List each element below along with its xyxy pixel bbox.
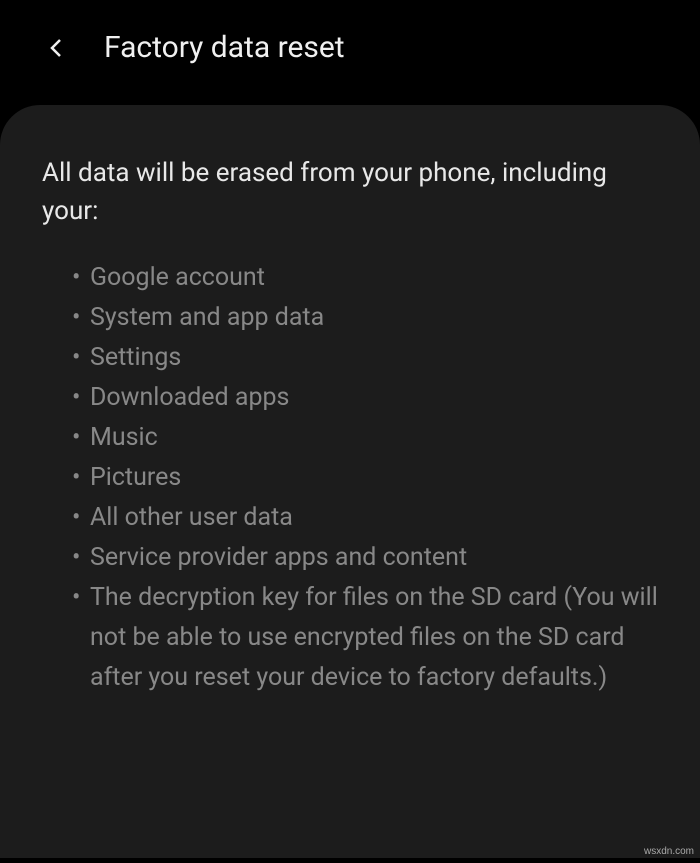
- list-item: Music: [72, 418, 658, 458]
- list-item: Downloaded apps: [72, 378, 658, 418]
- intro-text: All data will be erased from your phone,…: [42, 155, 658, 230]
- list-item: Service provider apps and content: [72, 538, 658, 578]
- back-button[interactable]: [45, 36, 69, 60]
- content-card: All data will be erased from your phone,…: [0, 105, 700, 858]
- list-item: Settings: [72, 338, 658, 378]
- list-item: The decryption key for files on the SD c…: [72, 578, 658, 698]
- list-item: System and app data: [72, 298, 658, 338]
- header: Factory data reset: [0, 0, 700, 105]
- list-item: All other user data: [72, 498, 658, 538]
- chevron-left-icon: [45, 36, 69, 60]
- list-item: Pictures: [72, 458, 658, 498]
- page-title: Factory data reset: [104, 30, 345, 65]
- erase-list: Google account System and app data Setti…: [42, 258, 658, 698]
- list-item: Google account: [72, 258, 658, 298]
- watermark: wsxdn.com: [644, 846, 694, 857]
